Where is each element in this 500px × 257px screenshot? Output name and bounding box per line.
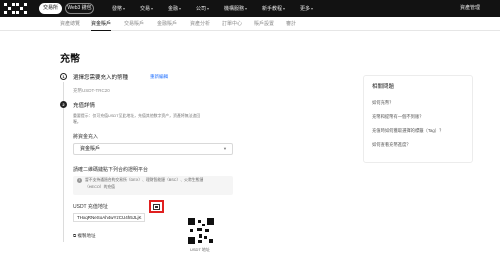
web3-wallet-tab[interactable]: Web3 錢包	[65, 3, 94, 14]
qr-caption: USDT 地址	[190, 247, 210, 252]
tab-trading-account[interactable]: 交易賬戶	[124, 17, 144, 31]
show-qr-code-button[interactable]	[149, 200, 164, 213]
faq-item[interactable]: 充值時如何獲取選擇的標籤（Tag）？	[372, 128, 443, 134]
copy-icon: ⧉	[73, 233, 77, 238]
nav-item-more[interactable]: 更多▾	[300, 0, 313, 17]
copy-address-button[interactable]: ⧉ 複製地址	[73, 233, 95, 239]
network-notice-line-2: （HECO）的充值	[85, 185, 115, 189]
deposit-account-select[interactable]: 資金賬戶 ▼	[73, 143, 233, 155]
selected-coin-value: 充幣USDT-TRC20	[73, 88, 110, 93]
deposit-warning-line-1: 重要提示：仅可充值USDT至此地址，充值其他数字资产，资產将無法追回	[73, 113, 201, 118]
page-title: 充幣	[60, 54, 80, 65]
asset-management-link[interactable]: 資產管理	[460, 0, 480, 17]
nav-item-institutional[interactable]: 機構服務▾	[224, 0, 247, 17]
top-nav: 交易所 Web3 錢包 發幣▾ 交易▾ 金融▾ 公司▾ 機構服務▾ 新手教程▾ …	[0, 0, 500, 17]
nav-item-trade[interactable]: 交易▾	[140, 0, 153, 17]
deposit-account-value: 資金賬戶	[80, 146, 101, 152]
step-1-indicator: 1	[60, 73, 67, 80]
deposit-to-label: 將資金充入	[73, 134, 99, 140]
nav-item-company[interactable]: 公司▾	[196, 0, 209, 17]
okx-logo[interactable]	[4, 3, 32, 14]
address-label: USDT 充值地址	[73, 204, 108, 210]
nav-item-buy-crypto[interactable]: 發幣▾	[112, 0, 125, 17]
tab-audit[interactable]: 審計	[286, 17, 296, 31]
exchange-tab[interactable]: 交易所	[39, 3, 62, 14]
faq-item[interactable]: 如何查看充幣進度？	[372, 142, 411, 148]
tab-earn-account[interactable]: 金融賬戶	[157, 17, 177, 31]
chevron-down-icon: ▾	[207, 6, 210, 11]
qr-code-icon	[153, 204, 160, 210]
network-notice: i 暫不支持通過合約交易所（DEX）、理財智能鏈（BSC）、火幣生態鏈 （HEC…	[73, 176, 233, 195]
faq-item[interactable]: 充幣和提幣有一個不到賬？	[372, 114, 424, 120]
nav-item-tutorials[interactable]: 新手教程▾	[262, 0, 285, 17]
nav-item-finance[interactable]: 金融▾	[168, 0, 181, 17]
deposit-warning-line-2: 喔。	[73, 119, 81, 124]
network-label: 請確二維碼鏈點下列合約證明平台	[73, 167, 149, 173]
faq-title: 相關問題	[372, 84, 395, 90]
tab-account-settings[interactable]: 賬戶設置	[254, 17, 274, 31]
chevron-down-icon: ▾	[123, 6, 126, 11]
deposit-qr-code	[188, 218, 214, 244]
step-2-title: 充值詳情	[73, 103, 96, 109]
network-notice-line-1: 暫不支持通過合約交易所（DEX）、理財智能鏈（BSC）、火幣生態鏈	[85, 178, 204, 182]
chevron-down-icon: ▾	[151, 6, 154, 11]
chevron-down-icon: ▾	[311, 6, 314, 11]
chevron-down-icon: ▾	[283, 6, 286, 11]
tab-asset-overview[interactable]: 資產總覽	[60, 17, 80, 31]
re-edit-link[interactable]: 重新編輯	[150, 74, 168, 80]
tab-order-center[interactable]: 訂單中心	[222, 17, 242, 31]
tab-asset-analysis[interactable]: 資產分析	[190, 17, 210, 31]
chevron-down-icon: ▼	[223, 146, 227, 151]
tab-funding-account[interactable]: 資金賬戶	[91, 17, 112, 31]
step-1-title: 選擇您需要充入的幣種	[73, 75, 129, 81]
faq-panel: 相關問題 如何充幣？ 充幣和提幣有一個不到賬？ 充值時如何獲取選擇的標籤（Tag…	[363, 75, 473, 163]
account-subnav: 資產總覽 資金賬戶 交易賬戶 金融賬戶 資產分析 訂單中心 賬戶設置 審計	[0, 17, 500, 31]
chevron-down-icon: ▾	[179, 6, 182, 11]
deposit-address-field[interactable]: THxqRNeSoAh4wYzCU4h5JLjK	[73, 213, 145, 222]
info-icon: i	[77, 178, 82, 183]
step-2-indicator: 2	[60, 101, 67, 108]
faq-item[interactable]: 如何充幣？	[372, 100, 393, 106]
chevron-down-icon: ▾	[245, 6, 248, 11]
